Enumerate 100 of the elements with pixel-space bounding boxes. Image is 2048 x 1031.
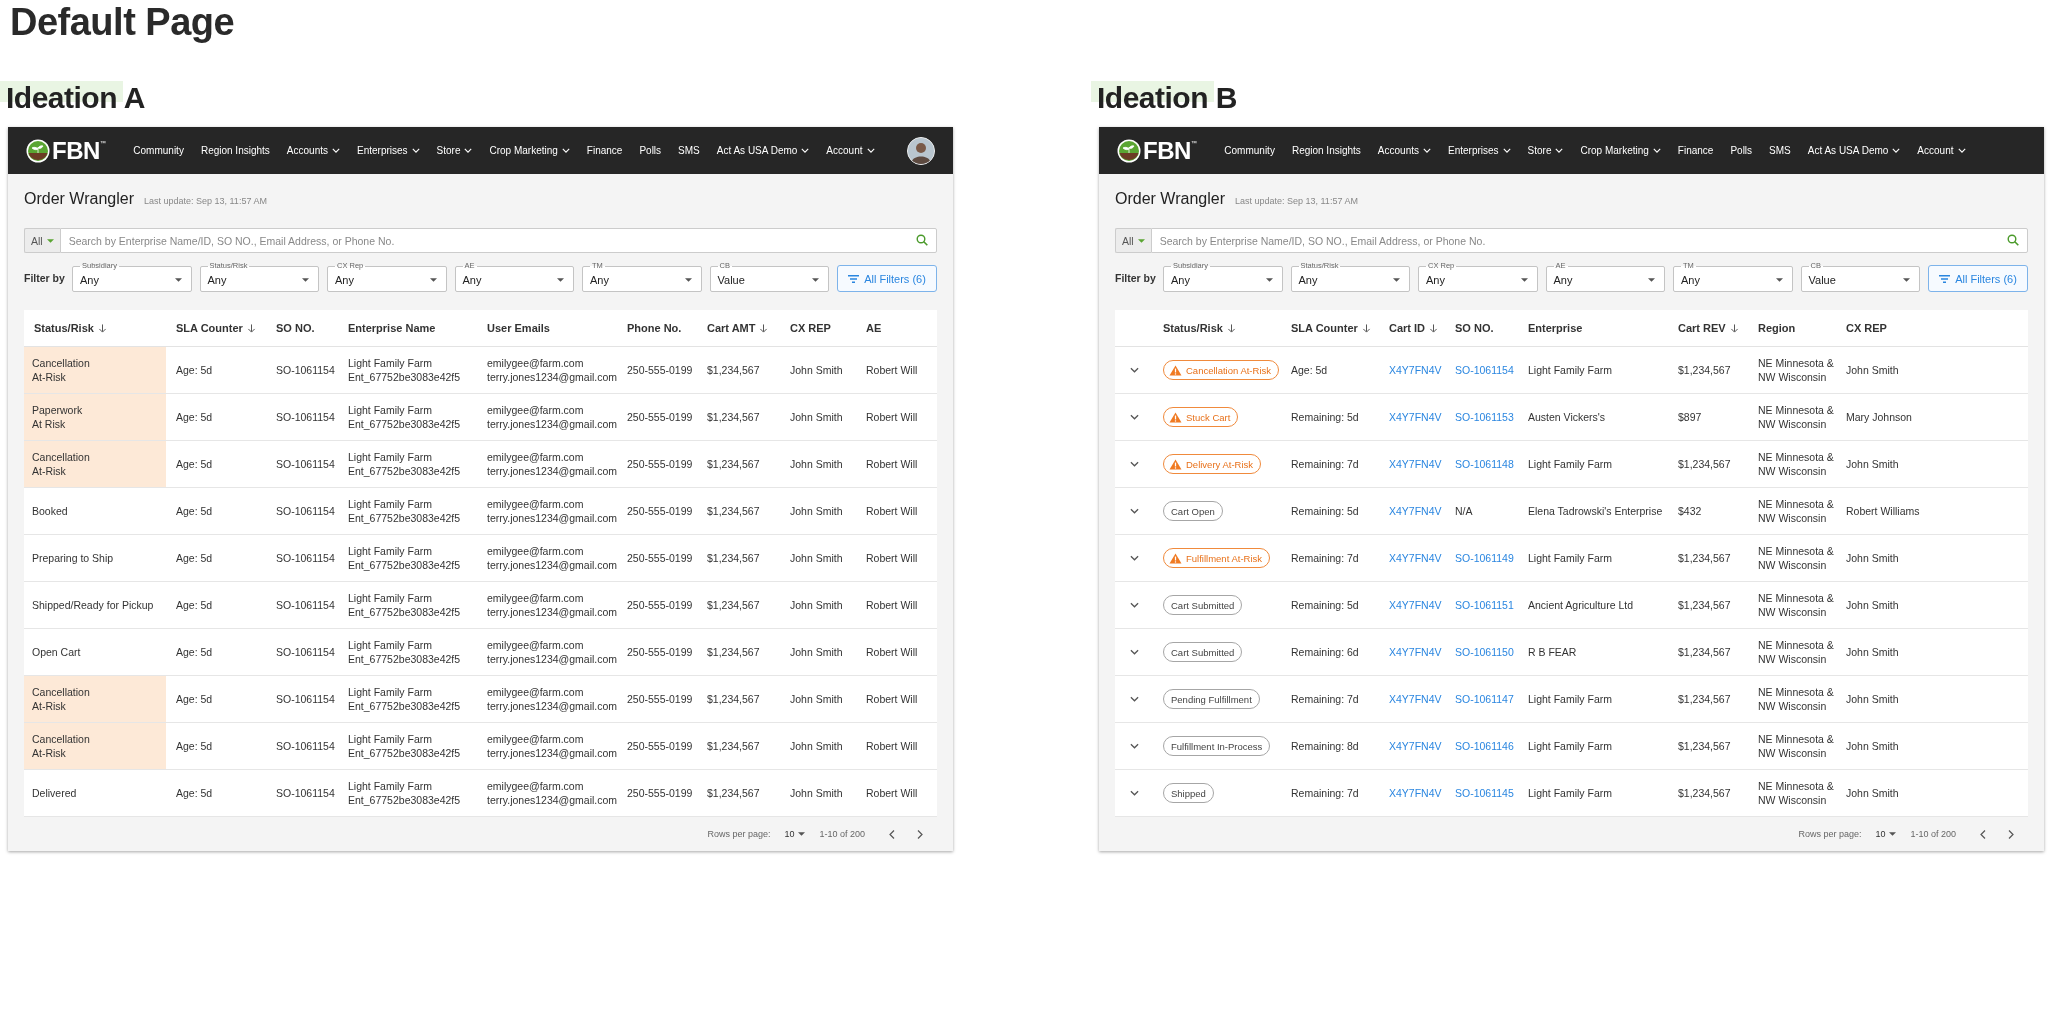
sort-arrow-icon[interactable] — [759, 323, 769, 333]
logo-text[interactable]: FBN$^{™}$ — [52, 136, 106, 165]
cart-id-link[interactable]: X4Y7FN4V — [1389, 504, 1445, 518]
nav-link[interactable]: SMS — [1769, 145, 1791, 156]
table-cell-text: 250-555-0199 — [626, 786, 694, 801]
nav-menu[interactable]: Act As USA Demo — [1807, 145, 1901, 156]
nav-menu[interactable]: Account — [826, 145, 875, 156]
table-cell-text: Age: 5d — [175, 457, 214, 472]
chevron-icon — [866, 148, 875, 153]
nav-menu[interactable]: Enterprises — [357, 145, 420, 156]
column-header[interactable]: SLA Counter — [1281, 322, 1379, 334]
table-cell-text: emilygee@farm.com terry.jones1234@gmail.com — [486, 732, 617, 761]
cart-id-link[interactable]: X4Y7FN4V — [1389, 786, 1445, 800]
table-cell-text: NE Minnesota & NW Wisconsin — [1757, 403, 1835, 432]
table-cell-text: John Smith — [1845, 786, 1900, 801]
chevron-icon — [1129, 696, 1139, 702]
so-number-link[interactable]: SO-1061146 — [1455, 739, 1518, 753]
column-header[interactable]: SLA Counter — [166, 322, 266, 334]
chevron-icon — [1129, 602, 1139, 608]
nav-menu[interactable]: Accounts — [1377, 145, 1431, 156]
cart-id-link[interactable]: X4Y7FN4V — [1389, 410, 1445, 424]
table-cell-text: 250-555-0199 — [626, 645, 694, 660]
table-cell-text: Remaining: 8d — [1290, 739, 1360, 754]
table-cell-text: Remaining: 5d — [1290, 504, 1360, 519]
column-header[interactable]: Status/Risk — [24, 322, 166, 334]
column-header: SO NO. — [275, 322, 316, 334]
so-number-link[interactable]: SO-1061147 — [1455, 692, 1518, 706]
so-number-link[interactable]: SO-1061149 — [1455, 551, 1518, 565]
nav-menu[interactable]: Store — [436, 145, 473, 156]
table-cell-text: 250-555-0199 — [626, 692, 694, 707]
so-number-link[interactable]: SO-1061148 — [1455, 457, 1518, 471]
chevron-icon — [1555, 148, 1564, 153]
nav-link[interactable]: SMS — [678, 145, 700, 156]
table-cell-text: SO-1061154 — [275, 645, 336, 660]
table-cell-text: emilygee@farm.com terry.jones1234@gmail.com — [486, 403, 617, 432]
column-header[interactable]: Status/Risk — [1153, 322, 1281, 334]
nav-menu[interactable]: Enterprises — [1448, 145, 1511, 156]
sort-arrow-icon[interactable] — [1429, 323, 1439, 333]
nav-link[interactable]: Finance — [586, 145, 623, 156]
nav-menu[interactable]: Crop Marketing — [1580, 145, 1661, 156]
caret-icon — [798, 832, 806, 836]
nav-link[interactable]: Polls — [639, 145, 662, 156]
column-header[interactable]: Cart AMT — [697, 322, 780, 334]
cart-id-link[interactable]: X4Y7FN4V — [1389, 457, 1445, 471]
table-cell-text: Robert Will — [865, 739, 919, 754]
so-number-link[interactable]: SO-1061154 — [1455, 363, 1518, 377]
search-field[interactable]: Search by Enterprise Name/ID, SO NO., Email Address, or Phone No. — [1150, 228, 2028, 253]
so-number-link[interactable]: SO-1061151 — [1455, 598, 1518, 612]
rows-per-page-label: Rows per page: — [1798, 829, 1862, 839]
avatar[interactable] — [907, 136, 935, 165]
cart-id-link[interactable]: X4Y7FN4V — [1389, 551, 1445, 565]
nav-menu[interactable]: Crop Marketing — [489, 145, 570, 156]
nav-menu[interactable]: Account — [1917, 145, 1966, 156]
table-cell-text: R B FEAR — [1527, 645, 1578, 660]
logo-icon[interactable] — [26, 138, 50, 163]
all-filters-button[interactable]: All Filters (6) — [837, 265, 937, 292]
table-cell-text: SO-1061154 — [275, 410, 336, 425]
search-field[interactable]: Search by Enterprise Name/ID, SO NO., Email Address, or Phone No. — [59, 228, 937, 253]
nav-menu[interactable]: Act As USA Demo — [716, 145, 810, 156]
so-number-link[interactable]: SO-1061145 — [1455, 786, 1518, 800]
nav-link[interactable]: Finance — [1677, 145, 1714, 156]
logo-icon[interactable] — [1117, 138, 1141, 163]
table-cell-text: $1,234,567 — [706, 504, 761, 519]
cart-id-link[interactable]: X4Y7FN4V — [1389, 363, 1445, 377]
sort-arrow-icon[interactable] — [1361, 323, 1371, 333]
table-cell-text: Age: 5d — [175, 551, 214, 566]
rows-per-page-select[interactable]: 10 — [784, 829, 806, 839]
nav-link[interactable]: Region Insights — [1291, 145, 1361, 156]
nav-link[interactable]: Polls — [1730, 145, 1753, 156]
search-icon[interactable] — [916, 234, 928, 246]
cart-id-link[interactable]: X4Y7FN4V — [1389, 598, 1445, 612]
column-header[interactable]: Cart ID — [1379, 322, 1445, 334]
table-cell-text: emilygee@farm.com terry.jones1234@gmail.com — [486, 779, 617, 808]
cart-id-link[interactable]: X4Y7FN4V — [1389, 739, 1445, 753]
cart-id-link[interactable]: X4Y7FN4V — [1389, 645, 1445, 659]
nav-link[interactable]: Region Insights — [200, 145, 270, 156]
nav-link[interactable]: Community — [133, 145, 184, 156]
cart-id-link[interactable]: X4Y7FN4V — [1389, 692, 1445, 706]
search-icon[interactable] — [2007, 234, 2019, 246]
nav-link[interactable]: Community — [1224, 145, 1275, 156]
sort-arrow-icon[interactable] — [97, 323, 107, 333]
chevron-right-icon — [917, 829, 923, 839]
sort-arrow-icon[interactable] — [1729, 323, 1739, 333]
logo-text[interactable]: FBN$^{™}$ — [1143, 136, 1197, 165]
status-cell: Paperwork At Risk — [24, 394, 166, 440]
filter-by-label: Filter by — [1115, 272, 1155, 286]
column-header: CX REP — [789, 322, 832, 334]
table-cell-text: Light Family Farm — [1527, 457, 1613, 472]
rows-per-page-select[interactable]: 10 — [1875, 829, 1897, 839]
sort-arrow-icon[interactable] — [1226, 323, 1236, 333]
all-filters-button[interactable]: All Filters (6) — [1928, 265, 2028, 292]
search-scope-dropdown[interactable]: All — [24, 228, 60, 253]
search-scope-dropdown[interactable]: All — [1115, 228, 1151, 253]
so-number-link[interactable]: SO-1061153 — [1455, 410, 1518, 424]
so-number-link[interactable]: SO-1061150 — [1455, 645, 1518, 659]
sort-arrow-icon[interactable] — [246, 323, 256, 333]
column-header[interactable]: Cart REV — [1668, 322, 1748, 334]
nav-menu[interactable]: Accounts — [286, 145, 340, 156]
table-cell-text: $1,234,567 — [1677, 551, 1732, 566]
nav-menu[interactable]: Store — [1527, 145, 1564, 156]
